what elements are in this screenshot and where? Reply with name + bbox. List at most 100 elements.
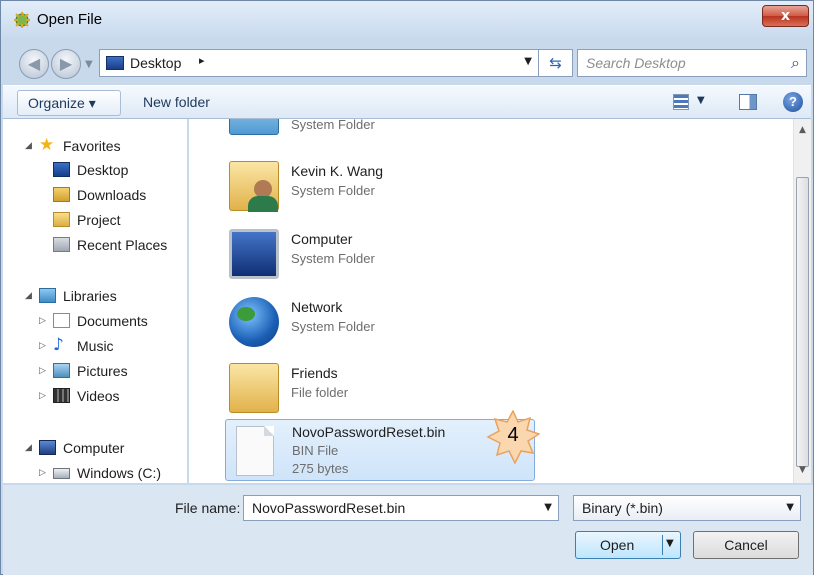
new-folder-button[interactable]: New folder	[143, 94, 210, 110]
back-button[interactable]: ◀	[19, 49, 49, 79]
scroll-up-arrow-icon[interactable]: ▲	[794, 125, 811, 135]
file-type-filter[interactable]: Binary (*.bin) ▼	[573, 495, 801, 521]
nav-item-label: Downloads	[77, 187, 147, 203]
nav-item-desktop[interactable]: Desktop	[3, 159, 183, 181]
scroll-down-arrow-icon[interactable]: ▼	[794, 465, 811, 475]
nav-item-downloads[interactable]: Downloads	[3, 184, 183, 206]
open-button[interactable]: Open ▼	[575, 531, 681, 559]
documents-icon	[53, 313, 70, 328]
collapse-arrow-icon[interactable]: ▷	[39, 335, 46, 357]
nav-item-label: Documents	[77, 313, 148, 329]
collapse-arrow-icon[interactable]: ▷	[39, 310, 46, 332]
file-item[interactable]: System Folder	[225, 119, 535, 143]
nav-libraries-label: Libraries	[63, 288, 117, 304]
nav-libraries[interactable]: ◢ Libraries	[3, 285, 183, 307]
change-view-icon[interactable]	[673, 94, 689, 110]
search-icon[interactable]: ⌕	[791, 53, 800, 73]
file-type-filter-value[interactable]: Binary (*.bin)	[582, 500, 663, 516]
address-dropdown-icon[interactable]: ▼	[524, 56, 532, 67]
navigation-pane: ◢ ★ Favorites Desktop Downloads Project …	[3, 119, 187, 483]
file-name: Friends	[291, 365, 338, 381]
nav-item-recent-places[interactable]: Recent Places	[3, 234, 183, 256]
nav-item-label: Music	[77, 338, 114, 354]
library-folder-icon	[229, 119, 279, 135]
chevron-down-icon[interactable]: ▼	[544, 502, 552, 513]
collapse-arrow-icon[interactable]: ▷	[39, 462, 46, 483]
nav-item-documents[interactable]: ▷ Documents	[3, 310, 183, 332]
address-bar[interactable]: Desktop ▸ ▼	[99, 49, 539, 77]
split-divider	[662, 535, 663, 555]
nav-computer[interactable]: ◢ Computer	[3, 437, 183, 459]
address-location[interactable]: Desktop	[130, 55, 181, 71]
file-type: System Folder	[291, 183, 375, 198]
command-bar: Organize ▾ New folder ▼ ?	[3, 85, 811, 119]
file-type: System Folder	[291, 119, 375, 132]
open-options-dropdown[interactable]: ▼	[666, 538, 674, 549]
nav-item-windows-c[interactable]: ▷ Windows (C:)	[3, 462, 183, 483]
bin-file-icon	[236, 426, 274, 476]
nav-item-label: Windows (C:)	[77, 465, 162, 481]
recent-places-icon	[53, 237, 70, 252]
downloads-icon	[53, 187, 70, 202]
file-name: Kevin K. Wang	[291, 163, 384, 179]
view-options-dropdown[interactable]: ▼	[697, 95, 705, 106]
star-icon: ★	[39, 135, 55, 155]
desktop-icon	[106, 56, 124, 70]
user-folder-icon	[229, 161, 279, 212]
file-item[interactable]: Kevin K. Wang System Folder	[225, 155, 535, 219]
help-icon[interactable]: ?	[783, 92, 803, 112]
nav-item-label: Project	[77, 212, 121, 228]
nav-item-label: Recent Places	[77, 237, 168, 253]
file-type: BIN File	[292, 443, 339, 458]
open-file-dialog: Open File x ◀ ▶ ▼ Desktop ▸ ▼ ⇆ Search D…	[0, 0, 814, 575]
nav-item-videos[interactable]: ▷ Videos	[3, 385, 183, 407]
libraries-icon	[39, 288, 56, 303]
close-button[interactable]: x	[762, 5, 809, 27]
desktop-icon	[53, 162, 70, 177]
search-placeholder: Search Desktop	[586, 55, 686, 71]
file-item[interactable]: Network System Folder	[225, 291, 535, 355]
music-icon: ♪	[53, 335, 64, 355]
videos-icon	[53, 388, 70, 403]
file-size: 275 bytes	[292, 461, 349, 476]
nav-item-label: Pictures	[77, 363, 128, 379]
folder-icon	[229, 363, 279, 413]
refresh-button[interactable]: ⇆	[539, 49, 573, 77]
nav-item-label: Videos	[77, 388, 120, 404]
cancel-button[interactable]: Cancel	[693, 531, 799, 559]
expand-arrow-icon[interactable]: ◢	[25, 285, 32, 307]
file-name-value[interactable]: NovoPasswordReset.bin	[252, 500, 405, 516]
nav-item-project[interactable]: Project	[3, 209, 183, 231]
organize-button[interactable]: Organize ▾	[17, 90, 121, 116]
recent-locations-dropdown[interactable]: ▼	[85, 59, 93, 70]
file-type: System Folder	[291, 319, 375, 334]
chevron-down-icon[interactable]: ▼	[786, 502, 794, 513]
step-callout: 4	[486, 410, 540, 464]
network-icon	[229, 297, 279, 347]
open-button-label[interactable]: Open	[600, 537, 634, 553]
computer-icon	[229, 229, 279, 279]
scrollbar-thumb[interactable]	[796, 177, 809, 467]
forward-button[interactable]: ▶	[51, 49, 81, 79]
expand-arrow-icon[interactable]: ◢	[25, 437, 32, 459]
file-item-selected[interactable]: NovoPasswordReset.bin BIN File 275 bytes…	[225, 410, 540, 481]
nav-favorites[interactable]: ◢ ★ Favorites	[3, 135, 183, 157]
collapse-arrow-icon[interactable]: ▷	[39, 360, 46, 382]
title-bar: Open File x	[1, 1, 813, 37]
file-list: System Folder Kevin K. Wang System Folde…	[189, 119, 811, 483]
expand-arrow-icon[interactable]: ◢	[25, 135, 32, 157]
nav-item-pictures[interactable]: ▷ Pictures	[3, 360, 183, 382]
search-input[interactable]: Search Desktop ⌕	[577, 49, 807, 77]
pictures-icon	[53, 363, 70, 378]
preview-pane-icon[interactable]	[739, 94, 757, 110]
file-name: Computer	[291, 231, 353, 247]
file-name-field[interactable]: NovoPasswordReset.bin ▼	[243, 495, 559, 521]
file-item[interactable]: Computer System Folder	[225, 223, 535, 287]
file-list-scrollbar[interactable]: ▲ ▼	[793, 119, 811, 483]
breadcrumb-chevron-icon[interactable]: ▸	[199, 54, 205, 67]
file-name: Network	[291, 299, 343, 315]
drive-icon	[53, 468, 70, 479]
address-row: ◀ ▶ ▼ Desktop ▸ ▼ ⇆ Search Desktop ⌕	[1, 37, 813, 83]
collapse-arrow-icon[interactable]: ▷	[39, 385, 46, 407]
nav-item-music[interactable]: ▷ ♪ Music	[3, 335, 183, 357]
